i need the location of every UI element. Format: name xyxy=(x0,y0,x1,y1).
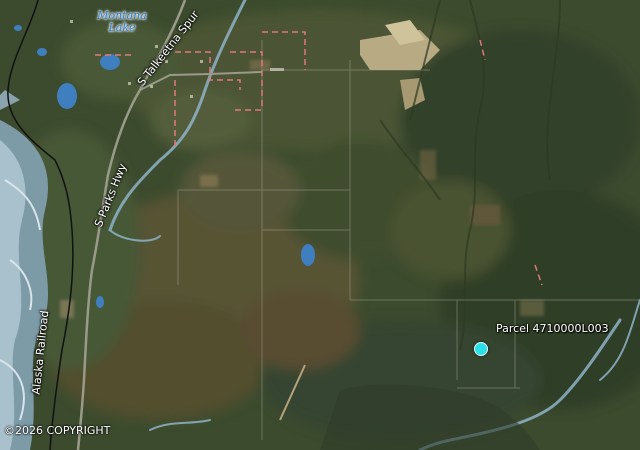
lake-label-montana: Montana Lake xyxy=(96,10,148,34)
lake-label-line2: Lake xyxy=(108,21,136,34)
parcel-location-marker[interactable] xyxy=(474,342,488,356)
parcel-label: Parcel 4710000L003 xyxy=(496,322,609,335)
map-view[interactable]: Montana Lake S Talkeetna Spur S Parks Hw… xyxy=(0,0,640,450)
copyright-notice: ©2026 COPYRIGHT xyxy=(4,424,111,437)
